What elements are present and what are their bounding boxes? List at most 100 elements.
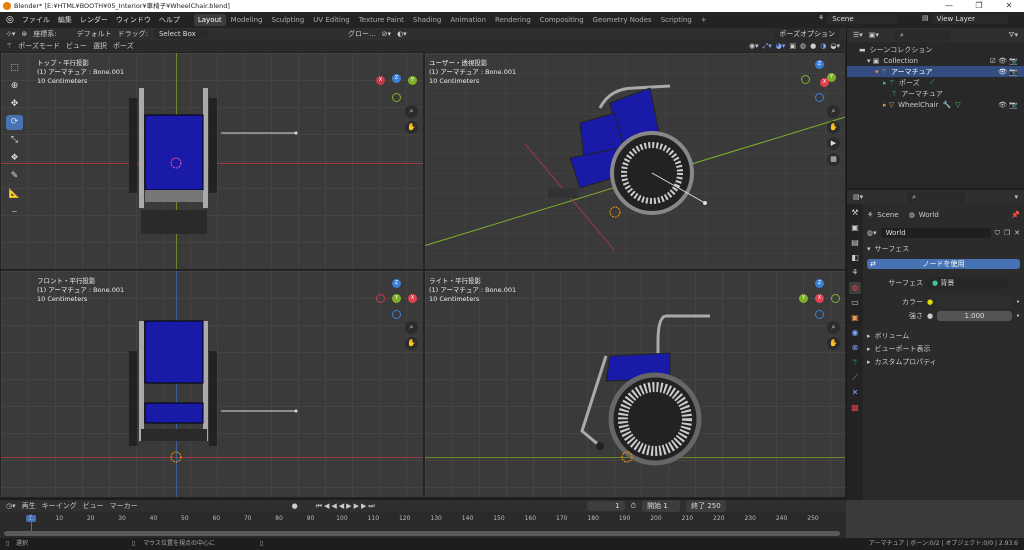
viewport-top[interactable]: トップ・平行投影 (1) アーマチュア : Bone.001 10 Centim… (0, 52, 424, 270)
overlay-toggle-icon[interactable]: ◕▾ (776, 42, 786, 51)
select-menu[interactable]: 選択 (93, 41, 107, 51)
pan-hand-icon[interactable]: ✋ (827, 337, 840, 350)
filter-view-icon[interactable]: ▣▾ (869, 31, 879, 39)
bone-constraint-tab-icon[interactable]: ✕ (849, 387, 861, 399)
tab-texture-paint[interactable]: Texture Paint (355, 14, 408, 26)
menu-window[interactable]: ウィンドウ (116, 15, 151, 25)
scale-tool-icon[interactable]: ⤡ (6, 133, 23, 148)
outliner-item-armature-data[interactable]: ⚚ アーマチュア (847, 88, 1024, 99)
view-menu[interactable]: ビュー (83, 501, 104, 511)
pan-hand-icon[interactable]: ✋ (827, 121, 840, 134)
playback-controls[interactable]: ⏮◀◀◀▶▶▶⏭ (316, 502, 377, 511)
view-menu[interactable]: ビュー (66, 41, 87, 51)
keyframe-dot-icon[interactable]: • (1016, 298, 1020, 306)
visibility-icons[interactable]: ☑ 👁 📷 (990, 57, 1018, 65)
menu-render[interactable]: レンダー (80, 15, 108, 25)
physics-tab-icon[interactable]: ◉ (849, 327, 861, 339)
marker-menu[interactable]: マーカー (110, 501, 138, 511)
viewport-right[interactable]: ライト・平行投影 (1) アーマチュア : Bone.001 10 Centim… (424, 270, 846, 498)
viewport-user-perspective[interactable]: ユーザー・透視投影 (1) アーマチュア : Bone.001 10 Centi… (424, 52, 846, 270)
visibility-icons[interactable]: 👁 📷 (998, 68, 1018, 76)
strength-field[interactable]: 1.000 (937, 310, 1012, 321)
custom-properties-panel-header[interactable]: ▸ カスタムプロパティ (867, 355, 1020, 368)
add-workspace-button[interactable]: + (697, 14, 711, 26)
zoom-icon[interactable]: ⌕ (405, 105, 418, 118)
solid-shading-icon[interactable]: ● (810, 42, 816, 51)
world-name-field[interactable]: World (880, 228, 991, 238)
rendered-shading-icon[interactable]: ◒▾ (830, 42, 840, 51)
pan-hand-icon[interactable]: ✋ (405, 121, 418, 134)
tab-modeling[interactable]: Modeling (227, 14, 267, 26)
properties-search[interactable]: ⌕ (907, 191, 966, 203)
object-tab-icon[interactable]: ▣ (849, 312, 861, 324)
outliner-item-armature[interactable]: ▾ ⚚ アーマチュア 👁 📷 (847, 66, 1024, 77)
volume-panel-header[interactable]: ▸ ボリューム (867, 329, 1020, 342)
keying-menu[interactable]: キーイング (42, 501, 77, 511)
render-tab-icon[interactable]: ▣ (849, 222, 861, 234)
wireframe-shading-icon[interactable]: ◍ (800, 42, 806, 51)
menu-file[interactable]: ファイル (22, 15, 50, 25)
tab-shading[interactable]: Shading (409, 14, 445, 26)
gizmo-x-axis[interactable]: X (376, 76, 385, 85)
cursor-tool-icon[interactable]: ⬚ (6, 61, 23, 76)
restore-button[interactable]: ❐ (964, 0, 994, 12)
stopwatch-icon[interactable]: ⏱ (631, 502, 636, 511)
editor-type-icon[interactable]: ▤▾ (853, 193, 863, 201)
bone-tool-icon[interactable]: ⌣ (6, 205, 23, 220)
start-frame-field[interactable]: 1 (663, 502, 667, 510)
transform-tool-icon[interactable]: ❖ (6, 151, 23, 166)
gizmo-x-axis[interactable]: X (820, 78, 829, 87)
constraints-tab-icon[interactable]: ⊗ (849, 342, 861, 354)
color-field[interactable] (937, 296, 1012, 307)
proportional-edit-icon[interactable]: ◐▾ (397, 30, 407, 38)
coord-dropdown[interactable]: デフォルト (77, 29, 112, 39)
gizmo-neg-y[interactable] (831, 294, 840, 303)
playback-menu[interactable]: 再生 (22, 501, 36, 511)
tab-layout[interactable]: Layout (193, 14, 226, 26)
gizmo-y-axis[interactable]: Y (827, 73, 836, 82)
gizmo-x-axis[interactable]: X (815, 294, 824, 303)
gizmo-neg-z[interactable] (815, 310, 824, 319)
perspective-toggle-icon[interactable]: ▦ (827, 153, 840, 166)
tab-sculpting[interactable]: Sculpting (268, 14, 309, 26)
outliner-item-pose[interactable]: ▸ ⚚ ポーズ ⟋ (847, 77, 1024, 88)
gizmo-toggle-icon[interactable]: ⤢▾ (763, 42, 772, 51)
surface-shader-field[interactable]: ● 背景 (927, 276, 1008, 289)
pose-menu[interactable]: ポーズ (113, 41, 134, 51)
fake-user-icon[interactable]: ⛉ (995, 229, 1000, 238)
tab-scripting[interactable]: Scripting (657, 14, 696, 26)
view-layer-selector[interactable]: ▤ View Layer (922, 14, 1008, 24)
gizmo-x-axis[interactable]: X (408, 294, 417, 303)
pan-hand-icon[interactable]: ✋ (405, 337, 418, 350)
minimize-button[interactable]: — (934, 0, 964, 12)
measure-tool-icon[interactable]: 📐 (6, 187, 23, 202)
world-browse-icon[interactable]: ◍▾ (867, 229, 877, 237)
keyframe-dot-icon[interactable]: • (1016, 312, 1020, 320)
outliner-item-collection[interactable]: ▾ ▣ Collection ☑ 👁 📷 (847, 55, 1024, 66)
tab-animation[interactable]: Animation (446, 14, 490, 26)
gizmo-z-axis[interactable]: Z (392, 74, 401, 83)
gizmo-z-axis[interactable]: Z (392, 279, 401, 288)
pose-options-dropdown[interactable]: ポーズオプション (774, 28, 840, 40)
gizmo-y-axis[interactable]: Y (799, 294, 808, 303)
unlink-icon[interactable]: ✕ (1014, 229, 1020, 237)
menu-edit[interactable]: 編集 (58, 15, 72, 25)
cursor-3d-icon[interactable]: ⊕ (6, 79, 23, 94)
options-dropdown[interactable]: ▾ (1014, 193, 1018, 201)
outliner-item-scene-collection[interactable]: ▬ シーンコレクション (847, 44, 1024, 55)
filter-icon[interactable]: ⛛▾ (1009, 31, 1018, 40)
visibility-icon[interactable]: ◉▾ (749, 42, 759, 51)
outliner-item-wheelchair[interactable]: ▸ ▽ WheelChair 🔧 ▽ 👁 📷 (847, 99, 1024, 110)
view-layer-field[interactable]: View Layer (931, 14, 1008, 24)
display-mode-icon[interactable]: ☰▾ (853, 31, 863, 39)
zoom-icon[interactable]: ⌕ (827, 105, 840, 118)
scene-field[interactable]: Scene (827, 14, 898, 24)
viewport-display-panel-header[interactable]: ▸ ビューポート表示 (867, 342, 1020, 355)
close-button[interactable]: ✕ (994, 0, 1024, 12)
editor-type-icon[interactable]: ◷▾ (6, 502, 16, 510)
gizmo-neg-y[interactable] (392, 93, 401, 102)
collection-tab-icon[interactable]: ▭ (849, 297, 861, 309)
editor-type-icon[interactable]: ⊹▾ (6, 30, 15, 38)
snap-icon[interactable]: ⊘▾ (382, 30, 391, 38)
use-nodes-button[interactable]: ⇄ ノードを使用 (867, 259, 1020, 269)
